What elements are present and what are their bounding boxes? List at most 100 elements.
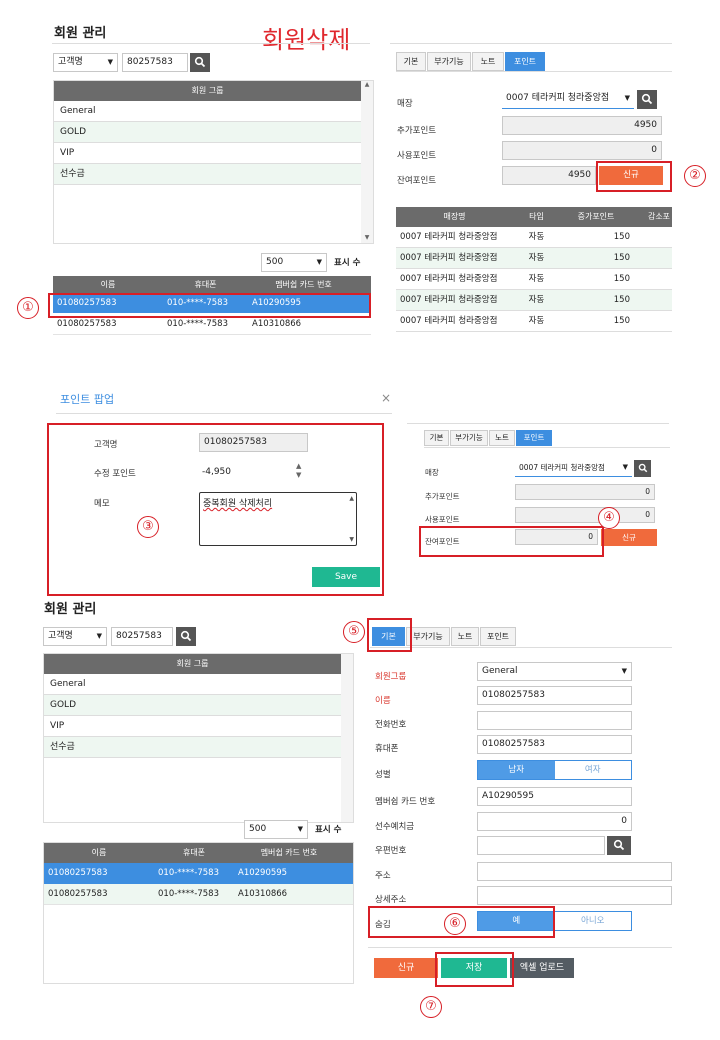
gender-female-option[interactable]: 여자 — [554, 761, 631, 779]
popup-name-field: 01080257583 — [199, 433, 308, 452]
table-row[interactable]: 01080257583 010-****-7583 A10290595 — [44, 863, 353, 884]
divider — [396, 71, 672, 72]
tab-bar: 기본 부가기능 노트 포인트 — [396, 52, 545, 71]
hide-no-option[interactable]: 아니오 — [554, 912, 631, 930]
store-select[interactable]: 0007 테라커피 청라중앙점 ▼ — [515, 460, 632, 477]
highlight-box-4 — [419, 526, 604, 557]
group-header: 회원 그룹 — [54, 81, 361, 101]
marker-6: ⑥ — [444, 913, 466, 935]
zip-search-button[interactable] — [607, 836, 631, 855]
tab-note[interactable]: 노트 — [489, 430, 515, 446]
address-detail-label: 상세주소 — [375, 895, 407, 905]
chevron-down-icon: ▼ — [316, 258, 322, 266]
page-size-select[interactable]: 500 ▼ — [244, 820, 308, 839]
search-button[interactable] — [190, 53, 210, 72]
page-size-select[interactable]: 500 ▼ — [261, 253, 327, 272]
col-phone: 휴대폰 — [182, 848, 206, 857]
table-row[interactable]: 01080257583 010-****-7583 A10310866 — [44, 884, 353, 905]
chevron-down-icon: ▼ — [96, 632, 102, 640]
table-row[interactable]: 0007 테라커피 청라중앙점 자동 150 — [396, 248, 672, 269]
store-label: 매장 — [425, 468, 439, 477]
group-item[interactable]: GOLD — [54, 122, 361, 143]
col-card: 멤버쉽 카드 번호 — [260, 848, 318, 857]
scrollbar[interactable]: ▲ ▼ — [361, 81, 373, 243]
search-icon — [194, 56, 206, 68]
new-member-button[interactable]: 신규 — [374, 958, 438, 978]
chevron-down-icon: ▼ — [624, 94, 630, 102]
tab-point[interactable]: 포인트 — [505, 52, 545, 71]
search-button[interactable] — [176, 627, 196, 646]
table-row[interactable]: 0007 테라커피 청라중앙점 자동 150 — [396, 227, 672, 248]
tel-field[interactable] — [477, 711, 632, 730]
tab-extra[interactable]: 부가기능 — [406, 627, 450, 646]
tab-point[interactable]: 포인트 — [516, 430, 552, 446]
group-item[interactable]: VIP — [54, 143, 361, 164]
new-point-button[interactable]: 신규 — [601, 529, 657, 546]
mobile-field[interactable]: 01080257583 — [477, 735, 632, 754]
save-button[interactable]: Save — [312, 567, 380, 587]
group-list: 회원 그룹 General GOLD VIP 선수금 ▲ ▼ — [53, 80, 374, 244]
zip-label: 우편번호 — [375, 846, 407, 856]
name-field[interactable]: 01080257583 — [477, 686, 632, 705]
group-item[interactable]: GOLD — [44, 695, 341, 716]
address-detail-field[interactable] — [477, 886, 672, 905]
divider — [368, 947, 672, 948]
popup-memo-label: 메모 — [94, 499, 110, 509]
table-row[interactable]: 0007 테라커피 청라중앙점 자동 150 — [396, 290, 672, 311]
highlight-box-5 — [367, 618, 412, 652]
card-field[interactable]: A10290595 — [477, 787, 632, 806]
store-search-button[interactable] — [637, 90, 657, 109]
zip-field[interactable] — [477, 836, 605, 855]
tab-basic[interactable]: 기본 — [424, 430, 449, 446]
tab-bar: 기본 부가기능 노트 포인트 — [424, 430, 552, 446]
store-select[interactable]: 0007 테라커피 청라중앙점 ▼ — [502, 90, 634, 109]
address-field[interactable] — [477, 862, 672, 881]
search-type-select[interactable]: 고객명 ▼ — [53, 53, 118, 72]
group-item[interactable]: 선수금 — [54, 164, 361, 185]
group-item[interactable]: General — [44, 674, 341, 695]
search-type-select[interactable]: 고객명 ▼ — [43, 627, 107, 646]
add-point-field: 0 — [515, 484, 655, 500]
table-row[interactable]: 0007 테라커피 청라중앙점 자동 150 — [396, 311, 672, 332]
table-row[interactable]: 0007 테라커피 청라중앙점 자동 150 — [396, 269, 672, 290]
stepper-icon[interactable]: ▲ ▼ — [296, 462, 301, 480]
popup-name-label: 고객명 — [94, 440, 118, 450]
remain-point-label: 잔여포인트 — [397, 176, 437, 186]
search-input[interactable]: 80257583 — [111, 627, 173, 646]
excel-upload-button[interactable]: 엑셀 업로드 — [510, 958, 574, 978]
group-header: 회원 그룹 — [44, 654, 341, 674]
scrollbar[interactable] — [341, 654, 353, 822]
group-select[interactable]: General ▼ — [477, 662, 632, 681]
add-point-label: 추가포인트 — [425, 492, 460, 501]
col-name: 이름 — [91, 848, 107, 857]
popup-memo-textarea[interactable]: 중복회원 삭제처리 ▲ ▼ — [199, 492, 357, 546]
name-label: 이름 — [375, 696, 391, 706]
deposit-label: 선수예치금 — [375, 822, 415, 832]
col-phone: 휴대폰 — [194, 280, 217, 289]
group-item[interactable]: 선수금 — [44, 737, 341, 758]
popup-edit-field[interactable]: -4,950 — [202, 467, 231, 477]
tab-point[interactable]: 포인트 — [480, 627, 516, 646]
close-icon[interactable]: × — [381, 391, 391, 405]
search-input[interactable]: 80257583 — [122, 53, 188, 72]
divider — [390, 43, 672, 44]
tab-note[interactable]: 노트 — [451, 627, 479, 646]
group-list: 회원 그룹 General GOLD VIP 선수금 — [43, 653, 354, 823]
col-card: 멤버쉽 카드 번호 — [275, 280, 332, 289]
marker-1: ① — [17, 297, 39, 319]
chevron-down-icon: ▼ — [621, 667, 627, 675]
store-search-button[interactable] — [634, 460, 651, 477]
tab-extra[interactable]: 부가기능 — [450, 430, 488, 446]
tab-basic[interactable]: 기본 — [396, 52, 426, 71]
group-item[interactable]: VIP — [44, 716, 341, 737]
use-point-field: 0 — [515, 507, 655, 523]
gender-male-option[interactable]: 남자 — [478, 761, 555, 779]
use-point-label: 사용포인트 — [425, 515, 460, 524]
tab-extra[interactable]: 부가기능 — [427, 52, 471, 71]
tab-note[interactable]: 노트 — [472, 52, 504, 71]
deposit-field[interactable]: 0 — [477, 812, 632, 831]
group-item[interactable]: General — [54, 101, 361, 122]
marker-4: ④ — [598, 507, 620, 529]
address-label: 주소 — [375, 871, 391, 881]
member-table: 이름 휴대폰 멤버쉽 카드 번호 01080257583 010-****-75… — [43, 842, 354, 984]
